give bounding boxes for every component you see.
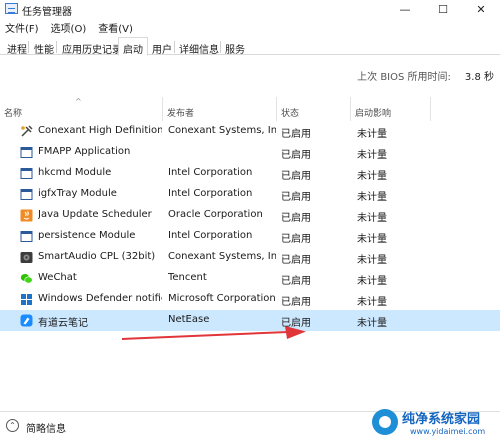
windows-defender-icon [21,294,32,305]
column-header-name[interactable]: 名称 [4,106,22,119]
row-name: hkcmd Module [38,167,112,178]
wechat-icon [20,274,33,284]
fewer-details-link[interactable]: 简略信息 [26,420,66,435]
row-impact: 未计量 [357,213,387,224]
bios-time-label: 上次 BIOS 所用时间: [357,72,451,83]
close-button[interactable]: ✕ [462,0,500,18]
row-publisher: Conexant Systems, Inc. [168,251,276,262]
row-impact: 未计量 [357,276,387,287]
row-status: 已启用 [281,192,311,203]
youdao-note-icon [20,314,33,327]
row-status: 已启用 [281,276,311,287]
row-publisher: Intel Corporation [168,230,253,241]
row-name: Windows Defender notific... [38,293,162,304]
column-header-publisher[interactable]: 发布者 [167,106,194,119]
row-impact: 未计量 [357,150,387,161]
row-impact: 未计量 [357,234,387,245]
row-impact: 未计量 [357,171,387,182]
menu-bar: 文件(F) 选项(O) 查看(V) [0,18,500,35]
column-divider[interactable] [350,97,351,121]
annotation-arrow-icon [121,326,306,340]
table-row[interactable]: Windows Defender notific... Microsoft Co… [0,289,500,310]
row-status: 已启用 [281,255,311,266]
tab-users[interactable]: 用户 [147,39,177,56]
table-row[interactable]: WeChat Tencent 已启用 未计量 [0,268,500,289]
app-window-icon [20,147,33,158]
watermark: 纯净系统家园 www.yidaimei.com [372,408,500,439]
row-status: 已启用 [281,171,311,182]
bios-time-value: 3.8 秒 [464,72,494,83]
tab-app-history[interactable]: 应用历史记录 [57,39,127,56]
table-row[interactable]: Java Update Scheduler Oracle Corporation… [0,205,500,226]
menu-options[interactable]: 选项(O) [46,18,92,35]
row-name: persistence Module [38,230,136,241]
row-impact: 未计量 [357,129,387,140]
tab-startup[interactable]: 启动 [118,37,148,56]
tab-performance[interactable]: 性能 [29,39,59,56]
bios-time: 上次 BIOS 所用时间: 3.8 秒 [357,68,494,83]
app-window-icon [20,231,33,242]
table-row[interactable]: Conexant High Definition ... Conexant Sy… [0,121,500,142]
column-header-row: ^ 名称 发布者 状态 启动影响 [0,97,500,121]
table-row[interactable]: SmartAudio CPL (32bit) Conexant Systems,… [0,247,500,268]
menu-file[interactable]: 文件(F) [0,18,44,35]
tab-details[interactable]: 详细信息 [174,39,224,56]
tab-strip: 进程 性能 应用历史记录 启动 用户 详细信息 服务 [0,37,500,56]
table-row[interactable]: igfxTray Module Intel Corporation 已启用 未计… [0,184,500,205]
app-window-icon [20,168,33,179]
table-row[interactable]: hkcmd Module Intel Corporation 已启用 未计量 [0,163,500,184]
column-header-status[interactable]: 状态 [281,106,299,119]
column-divider[interactable] [162,97,163,121]
collapse-chevron-icon[interactable]: ⌃ [6,419,19,432]
row-name: igfxTray Module [38,188,117,199]
row-impact: 未计量 [357,297,387,308]
window-title: 任务管理器 [22,7,72,18]
row-publisher: Conexant Systems, Inc. [168,125,276,136]
menu-view[interactable]: 查看(V) [93,18,138,35]
row-impact: 未计量 [357,192,387,203]
watermark-url: www.yidaimei.com [410,427,486,436]
row-name: SmartAudio CPL (32bit) [38,251,156,262]
column-header-impact[interactable]: 启动影响 [355,106,391,119]
row-name: Java Update Scheduler [38,209,152,220]
task-manager-icon [5,3,18,14]
watermark-logo-icon [372,409,398,435]
minimize-button[interactable]: — [386,0,424,18]
title-bar: 任务管理器 — ☐ ✕ [0,0,500,18]
row-name: WeChat [38,272,77,283]
row-publisher: Tencent [168,272,207,283]
sort-ascending-icon: ^ [75,97,82,106]
column-divider[interactable] [430,97,431,121]
java-icon [20,209,33,222]
row-impact: 未计量 [357,255,387,266]
watermark-title: 纯净系统家园 [402,412,481,427]
row-name: FMAPP Application [38,146,131,157]
row-status: 已启用 [281,213,311,224]
smartaudio-icon [20,252,33,263]
table-row[interactable]: FMAPP Application 已启用 未计量 [0,142,500,163]
row-publisher: Intel Corporation [168,188,253,199]
row-publisher: Microsoft Corporation [168,293,276,304]
table-row[interactable]: persistence Module Intel Corporation 已启用… [0,226,500,247]
row-name: Conexant High Definition ... [38,125,162,136]
row-publisher: Oracle Corporation [168,209,263,220]
row-status: 已启用 [281,129,311,140]
maximize-button[interactable]: ☐ [424,0,462,18]
row-status: 已启用 [281,297,311,308]
tab-services[interactable]: 服务 [220,39,250,56]
row-status: 已启用 [281,234,311,245]
row-status: 已启用 [281,150,311,161]
row-impact: 未计量 [357,318,387,329]
app-window-icon [20,189,33,200]
audio-tool-icon [21,125,33,137]
row-publisher: Intel Corporation [168,167,253,178]
column-divider[interactable] [276,97,277,121]
